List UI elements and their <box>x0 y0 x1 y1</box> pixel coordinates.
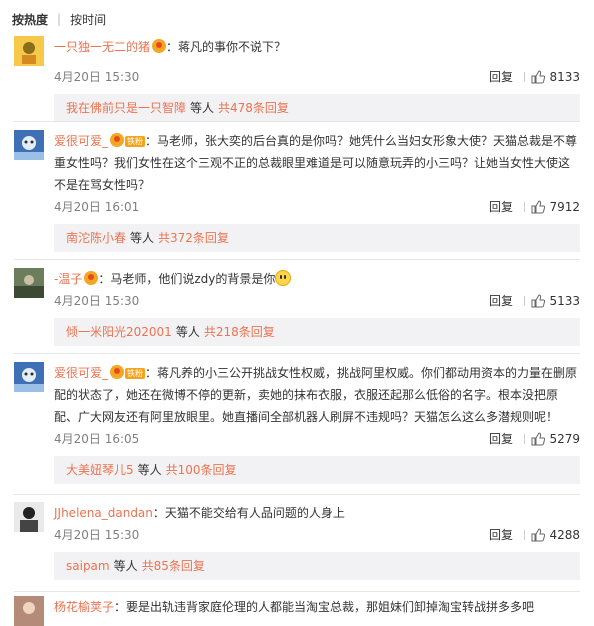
fan-badge: 铁粉 <box>125 136 146 147</box>
avatar[interactable] <box>14 268 44 298</box>
thumbs-up-icon <box>531 294 546 308</box>
reply-button[interactable]: 回复 <box>489 290 513 312</box>
like-count: 4288 <box>549 528 580 542</box>
like-count: 5279 <box>549 432 580 446</box>
comment-username[interactable]: 一只独一无二的猪 <box>54 40 150 54</box>
comment-divider <box>14 259 580 260</box>
vip-badge-icon <box>152 39 167 53</box>
divider <box>524 434 525 444</box>
comment-divider <box>14 591 580 592</box>
divider <box>524 72 525 82</box>
thumbs-up-icon <box>531 70 546 84</box>
like-button[interactable]: 5279 <box>531 428 580 450</box>
sub-replies-box[interactable]: 倾一米阳光202001 等人 共218条回复 <box>54 318 580 346</box>
sub-reply-user[interactable]: saipam <box>66 559 110 573</box>
reply-button[interactable]: 回复 <box>489 196 513 218</box>
vip-badge-icon <box>110 133 125 147</box>
comment-username[interactable]: -温子 <box>54 272 82 286</box>
comment-username[interactable]: 爱很可爱_ <box>54 366 108 380</box>
sub-reply-count[interactable]: 共478条回复 <box>218 101 289 115</box>
comment-divider <box>14 494 580 495</box>
comment-text: ：蒋凡的事你不说下？ <box>166 40 287 54</box>
comment-text: ：天猫不能交给有人品问题的人身上 <box>152 506 345 520</box>
thumbs-up-icon <box>531 528 546 542</box>
sort-by-hot-tab[interactable]: 按热度 <box>12 11 48 28</box>
avatar[interactable] <box>14 502 44 532</box>
sub-reply-etc: 等人 <box>113 559 138 573</box>
sub-replies-box[interactable]: 南沱陈小春 等人 共372条回复 <box>54 224 580 252</box>
sub-reply-user[interactable]: 南沱陈小春 <box>66 231 126 245</box>
like-button[interactable]: 5133 <box>531 290 580 312</box>
thumbs-up-icon <box>531 432 546 446</box>
comment-username[interactable]: 杨花榆荚子 <box>54 600 114 614</box>
comment-time: 4月20日 16:05 <box>54 432 140 446</box>
like-count: 5133 <box>549 294 580 308</box>
like-button[interactable]: 4288 <box>531 524 580 546</box>
comment-text: ：要是出轨违背家庭伦理的人都能当淘宝总裁，那姐妹们卸掉淘宝转战拼多多吧 <box>114 600 535 614</box>
sub-reply-count[interactable]: 共218条回复 <box>204 325 275 339</box>
like-count: 8133 <box>549 70 580 84</box>
comment-time: 4月20日 16:01 <box>54 200 140 214</box>
reply-button[interactable]: 回复 <box>489 66 513 88</box>
comment-divider <box>14 353 580 354</box>
avatar[interactable] <box>14 36 44 66</box>
smile-emoji-icon <box>275 270 292 286</box>
fan-badge: 铁粉 <box>125 368 146 379</box>
thumbs-up-icon <box>531 200 546 214</box>
comment-time: 4月20日 15:30 <box>54 70 140 84</box>
divider <box>524 202 525 212</box>
sort-by-time-tab[interactable]: 按时间 <box>70 11 106 28</box>
sub-reply-etc: 等人 <box>137 463 162 477</box>
comment-time: 4月20日 15:30 <box>54 528 140 542</box>
sort-bar: 按热度 | 按时间 <box>12 9 106 29</box>
comment-divider <box>14 121 580 122</box>
avatar[interactable] <box>14 596 44 626</box>
sub-replies-box[interactable]: 大美妞琴儿5 等人 共100条回复 <box>54 456 580 484</box>
like-button[interactable]: 7912 <box>531 196 580 218</box>
comment-username[interactable]: 爱很可爱_ <box>54 134 108 148</box>
vip-badge-icon <box>84 271 99 285</box>
divider <box>524 296 525 306</box>
avatar[interactable] <box>14 130 44 160</box>
vip-badge-icon <box>110 365 125 379</box>
like-button[interactable]: 8133 <box>531 66 580 88</box>
reply-button[interactable]: 回复 <box>489 428 513 450</box>
sort-separator: | <box>57 12 62 26</box>
sub-replies-box[interactable]: saipam 等人 共85条回复 <box>54 552 580 580</box>
reply-button[interactable]: 回复 <box>489 524 513 546</box>
avatar[interactable] <box>14 362 44 392</box>
comment-text: ：马老师，他们说zdy的背景是你 <box>98 272 276 286</box>
sub-reply-user[interactable]: 倾一米阳光202001 <box>66 325 172 339</box>
sub-reply-etc: 等人 <box>190 101 215 115</box>
sub-reply-etc: 等人 <box>175 325 200 339</box>
sub-reply-etc: 等人 <box>130 231 155 245</box>
sub-replies-box[interactable]: 我在佛前只是一只智障 等人 共478条回复 <box>54 94 580 122</box>
sub-reply-count[interactable]: 共100条回复 <box>166 463 237 477</box>
sub-reply-user[interactable]: 大美妞琴儿5 <box>66 463 134 477</box>
comment-username[interactable]: JJhelena_dandan <box>54 506 153 520</box>
sub-reply-count[interactable]: 共85条回复 <box>142 559 205 573</box>
like-count: 7912 <box>549 200 580 214</box>
sub-reply-count[interactable]: 共372条回复 <box>158 231 229 245</box>
comment-time: 4月20日 15:30 <box>54 294 140 308</box>
sub-reply-user[interactable]: 我在佛前只是一只智障 <box>66 101 186 115</box>
divider <box>524 530 525 540</box>
